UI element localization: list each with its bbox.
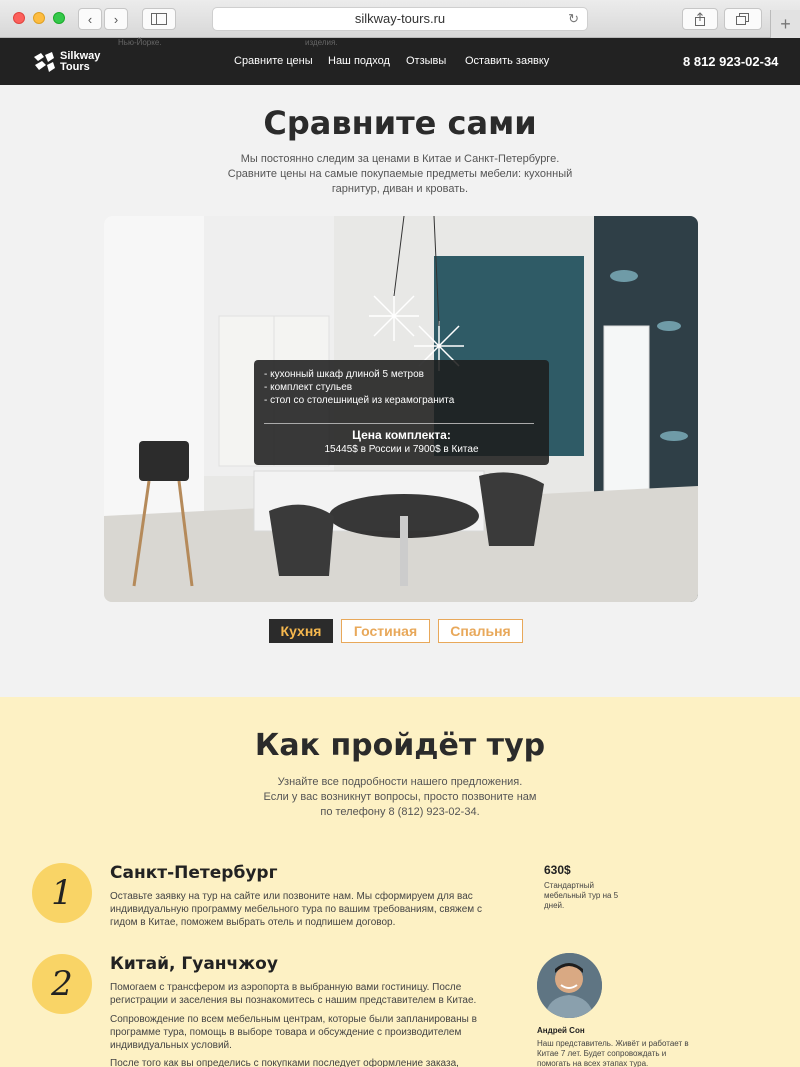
tour-subtitle: Узнайте все подробности нашего предложен…	[200, 775, 600, 820]
compare-title: Сравните сами	[263, 104, 537, 142]
reload-icon[interactable]: ↻	[568, 8, 579, 30]
set-info-box: - кухонный шкаф длиной 5 метров - компле…	[254, 360, 549, 465]
tab-bedroom[interactable]: Спальня	[438, 619, 523, 643]
step-text: Оставьте заявку на тур на сайте или позв…	[110, 891, 482, 928]
sidebar-button[interactable]	[142, 8, 176, 30]
step-number-badge: 2	[32, 954, 92, 1014]
tour-section: Как пройдёт тур Узнайте все подробности …	[0, 697, 800, 1067]
tour-subtitle-line: по телефону 8 (812) 923-02-34.	[320, 806, 480, 818]
step-text: Сопровождение по всем мебельным центрам,…	[110, 1014, 477, 1051]
nav-link-approach[interactable]: Наш подход	[328, 55, 390, 67]
step-title: Китай, Гуанчжоу	[110, 954, 278, 974]
compare-subtitle-line: гарнитур, диван и кровать.	[331, 183, 469, 195]
chevron-left-icon: ‹	[87, 11, 93, 27]
representative-bio: Наш представитель. Живёт и работает в Ки…	[537, 1039, 689, 1067]
logo[interactable]: Silkway Tours	[32, 49, 104, 75]
site-header: Silkway Tours Нью-Йорке. изделия. Сравни…	[0, 38, 800, 85]
kitchen-photo: - кухонный шкаф длиной 5 метров - компле…	[104, 216, 698, 602]
step-text: После того как вы определись с покупками…	[110, 1058, 459, 1067]
overlap-text-left: Нью-Йорке.	[118, 38, 162, 47]
address-bar[interactable]: silkway-tours.ru ↻	[212, 7, 588, 31]
step-number-badge: 1	[32, 863, 92, 923]
set-price-title: Цена комплекта:	[352, 428, 451, 442]
representative-avatar	[537, 953, 602, 1018]
tour-title: Как пройдёт тур	[254, 728, 546, 763]
nav-link-request[interactable]: Оставить заявку	[465, 55, 549, 67]
tab-living-room[interactable]: Гостиная	[341, 619, 430, 643]
share-button[interactable]	[682, 8, 718, 30]
set-items-list: - кухонный шкаф длиной 5 метров - компле…	[264, 368, 454, 407]
url-text: silkway-tours.ru	[354, 11, 446, 26]
set-item: - кухонный шкаф длиной 5 метров	[264, 369, 424, 380]
zoom-window-button[interactable]	[53, 12, 65, 24]
logo-text: Silkway Tours	[60, 51, 100, 73]
tabs-icon	[736, 13, 749, 25]
minimize-window-button[interactable]	[33, 12, 45, 24]
tab-kitchen[interactable]: Кухня	[269, 619, 333, 643]
tour-price: 630$	[544, 863, 571, 877]
logo-mark-icon	[34, 52, 55, 72]
set-price-text: 15445$ в России и 7900$ в Китае	[324, 444, 479, 455]
compare-section: Сравните сами Мы постоянно следим за цен…	[0, 85, 800, 697]
set-item: - стол со столешницей из керамогранита	[264, 395, 455, 406]
new-tab-button[interactable]: +	[770, 10, 800, 38]
tour-subtitle-line: Узнайте все подробности нашего предложен…	[277, 776, 523, 788]
plus-icon: +	[780, 14, 791, 34]
browser-toolbar: ‹ › silkway-tours.ru ↻ +	[0, 0, 800, 38]
tour-price-note: Стандартный мебельный тур на 5 дней.	[544, 881, 619, 910]
logo-line-2: Tours	[60, 61, 90, 73]
step-text: Помогаем с трансфером из аэропорта в выб…	[110, 982, 477, 1006]
compare-subtitle-line: Мы постоянно следим за ценами в Китае и …	[240, 153, 560, 165]
forward-button[interactable]: ›	[104, 8, 128, 30]
chevron-right-icon: ›	[113, 11, 119, 27]
nav-link-reviews[interactable]: Отзывы	[406, 55, 446, 67]
header-phone[interactable]: 8 812 923-02-34	[683, 54, 778, 69]
divider	[264, 423, 534, 424]
nav-link-compare[interactable]: Сравните цены	[234, 55, 313, 67]
set-item: - комплект стульев	[264, 382, 353, 393]
close-window-button[interactable]	[13, 12, 25, 24]
compare-subtitle: Мы постоянно следим за ценами в Китае и …	[200, 152, 600, 197]
step-title: Санкт-Петербург	[110, 863, 278, 883]
back-button[interactable]: ‹	[78, 8, 102, 30]
sidebar-icon	[151, 13, 167, 25]
person-photo-icon	[537, 953, 602, 1018]
representative-name: Андрей Сон	[537, 1026, 585, 1035]
overlap-text-right: изделия.	[305, 38, 338, 47]
tour-subtitle-line: Если у вас возникнут вопросы, просто поз…	[263, 791, 537, 803]
tabs-overview-button[interactable]	[724, 8, 762, 30]
compare-subtitle-line: Сравните цены на самые покупаемые предме…	[227, 168, 573, 180]
share-icon	[695, 12, 705, 26]
